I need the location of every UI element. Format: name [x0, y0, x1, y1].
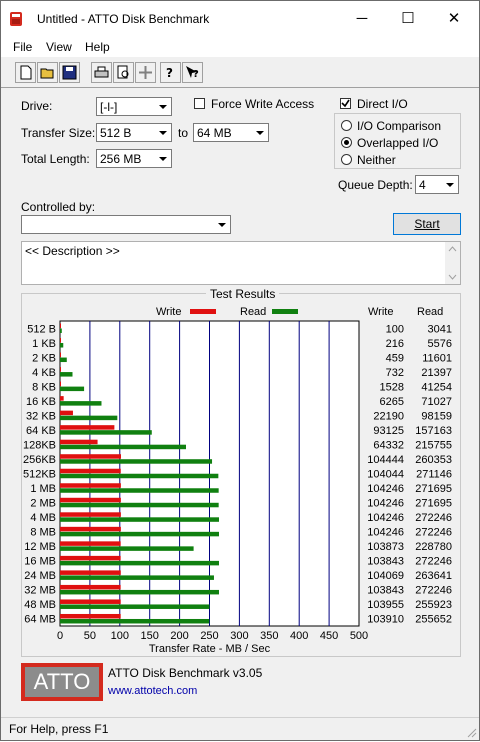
chevron-down-icon: [155, 150, 171, 167]
menu-view[interactable]: View: [46, 40, 72, 54]
total-length-select[interactable]: 256 MB: [96, 149, 172, 168]
chevron-down-icon: [155, 124, 171, 141]
title-bar: Untitled - ATTO Disk Benchmark ─ ☐ ✕: [1, 1, 479, 37]
queue-depth-select[interactable]: 4: [415, 175, 459, 194]
product-name: ATTO Disk Benchmark v3.05: [108, 666, 263, 680]
toolbar-divider: [1, 87, 479, 88]
maximize-button[interactable]: ☐: [385, 1, 431, 37]
save-icon[interactable]: [59, 62, 80, 83]
overlapped-io-label: Overlapped I/O: [357, 136, 439, 150]
logo-text: ATTO: [25, 667, 99, 697]
to-label: to: [178, 126, 189, 140]
io-comparison-label: I/O Comparison: [357, 119, 442, 133]
description-scrollbar[interactable]: [445, 242, 460, 284]
overlapped-io-radio[interactable]: [341, 137, 352, 148]
drive-select[interactable]: [-l-]: [96, 97, 172, 116]
website-link[interactable]: www.attotech.com: [108, 685, 197, 697]
resize-grip-icon[interactable]: [465, 726, 477, 738]
svg-text:?: ?: [193, 69, 199, 80]
controlled-by-label: Controlled by:: [21, 200, 96, 214]
app-icon: [10, 12, 22, 26]
svg-text:?: ?: [166, 66, 173, 80]
neither-label: Neither: [357, 153, 396, 167]
test-results-group: [21, 293, 461, 657]
io-comparison-radio[interactable]: [341, 120, 352, 131]
menu-file[interactable]: File: [13, 40, 32, 54]
transfer-size-to-select[interactable]: 64 MB: [193, 123, 269, 142]
transfer-size-from-select[interactable]: 512 B: [96, 123, 172, 142]
menu-bar: File View Help: [1, 37, 479, 57]
new-icon[interactable]: [15, 62, 36, 83]
transfer-size-label: Transfer Size:: [21, 126, 96, 140]
start-button[interactable]: Start: [393, 213, 461, 235]
direct-io-label: Direct I/O: [357, 97, 408, 111]
drive-label: Drive:: [21, 99, 53, 113]
print-icon[interactable]: [91, 62, 112, 83]
close-button[interactable]: ✕: [431, 1, 477, 37]
window-title: Untitled - ATTO Disk Benchmark: [37, 12, 210, 26]
force-write-label: Force Write Access: [211, 97, 315, 111]
chevron-down-icon: [155, 98, 171, 115]
atto-logo: ATTO: [21, 663, 103, 701]
description-text: << Description >>: [25, 244, 120, 258]
chevron-down-icon: [252, 124, 268, 141]
queue-depth-label: Queue Depth:: [338, 178, 413, 192]
status-text: For Help, press F1: [9, 722, 109, 736]
chevron-down-icon: [442, 176, 458, 193]
minimize-button[interactable]: ─: [339, 1, 385, 37]
total-length-label: Total Length:: [21, 152, 90, 166]
app-window: Untitled - ATTO Disk Benchmark ─ ☐ ✕ Fil…: [0, 0, 480, 741]
status-bar: For Help, press F1: [1, 717, 479, 740]
chevron-down-icon: [214, 216, 230, 233]
controlled-by-select[interactable]: [21, 215, 231, 234]
direct-io-checkbox[interactable]: [340, 98, 351, 109]
print-preview-icon[interactable]: [113, 62, 134, 83]
help-icon[interactable]: ?: [160, 62, 181, 83]
force-write-checkbox[interactable]: [194, 98, 205, 109]
menu-help[interactable]: Help: [85, 40, 110, 54]
test-results-title: Test Results: [206, 287, 280, 301]
open-icon[interactable]: [37, 62, 58, 83]
move-icon[interactable]: [135, 62, 156, 83]
context-help-icon[interactable]: ?: [182, 62, 203, 83]
description-box[interactable]: << Description >>: [21, 241, 461, 285]
neither-radio[interactable]: [341, 154, 352, 165]
